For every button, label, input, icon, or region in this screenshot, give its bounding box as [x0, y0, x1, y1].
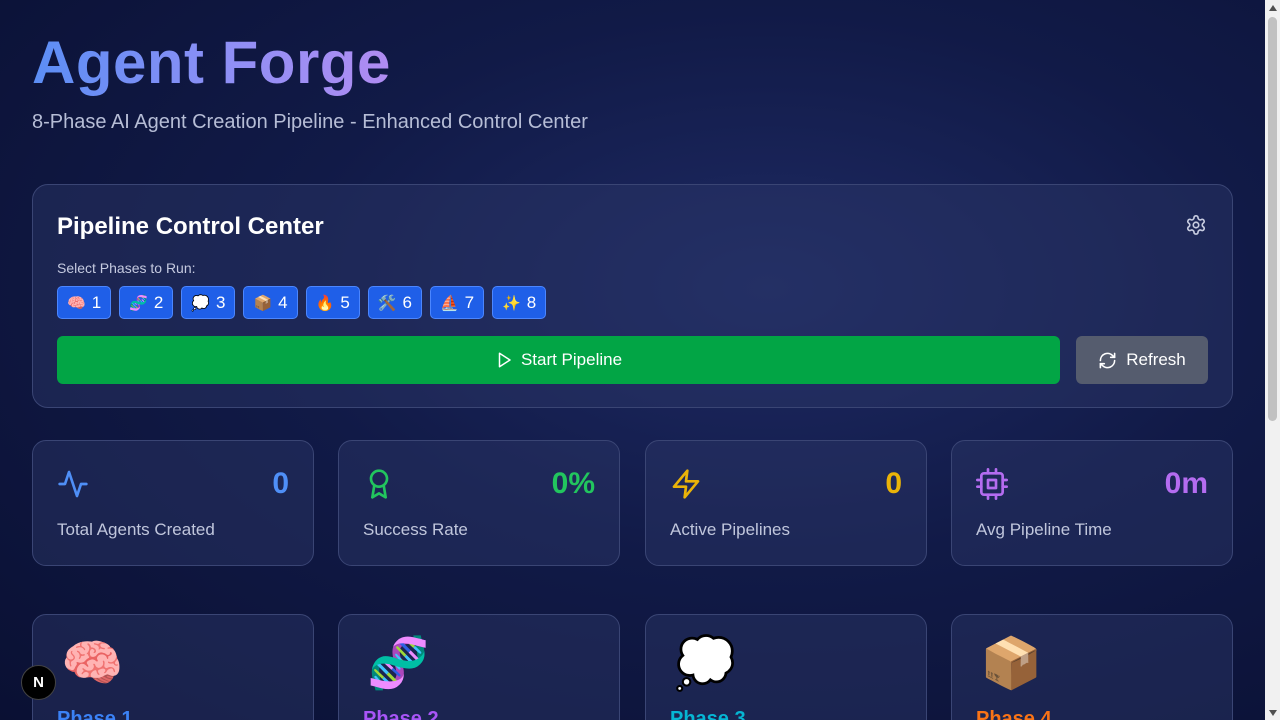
lightning-icon [672, 469, 700, 499]
stat-card-active-pipelines: 0 Active Pipelines [645, 440, 927, 566]
dna-icon: 🧬 [129, 294, 148, 312]
phase-chip-8[interactable]: ✨ 8 [492, 286, 547, 319]
stat-card-avg-time: 0m Avg Pipeline Time [951, 440, 1233, 566]
phase-chip-4[interactable]: 📦 4 [243, 286, 298, 319]
scroll-up-icon[interactable] [1265, 0, 1280, 15]
dna-icon: 🧬 [367, 635, 430, 691]
phase-card-3[interactable]: 💭 Phase 3 [645, 614, 927, 720]
stat-label: Total Agents Created [57, 520, 215, 539]
scrollbar-thumb[interactable] [1268, 17, 1277, 421]
brain-icon: 🧠 [61, 635, 124, 691]
phase-card-title: Phase 4 [976, 708, 1052, 720]
phase-chip-3[interactable]: 💭 3 [181, 286, 236, 319]
play-icon [498, 352, 511, 368]
pipeline-control-panel: Pipeline Control Center Select Phases to… [32, 184, 1233, 408]
settings-button[interactable] [1184, 213, 1208, 237]
phase-chip-number: 4 [278, 292, 288, 312]
stat-card-success-rate: 0% Success Rate [338, 440, 620, 566]
activity-icon [58, 470, 88, 498]
phase-select-label: Select Phases to Run: [57, 260, 196, 276]
sparkles-icon: ✨ [502, 294, 521, 312]
stat-label: Success Rate [363, 520, 468, 539]
cpu-icon [976, 468, 1008, 500]
phase-card-2[interactable]: 🧬 Phase 2 [338, 614, 620, 720]
phase-chip-number: 6 [402, 292, 412, 312]
thought-bubble-icon: 💭 [674, 635, 737, 691]
stat-value: 0% [551, 467, 595, 500]
panel-title: Pipeline Control Center [57, 213, 324, 240]
brain-icon: 🧠 [67, 294, 86, 312]
phase-chip-group: 🧠 1 🧬 2 💭 3 📦 4 🔥 5 🛠️ 6 ⛵ 7 ✨ 8 [57, 286, 547, 319]
fire-icon: 🔥 [315, 294, 335, 312]
phase-chip-7[interactable]: ⛵ 7 [429, 286, 485, 319]
phase-chip-number: 1 [91, 292, 102, 312]
start-pipeline-label: Start Pipeline [520, 350, 623, 369]
phase-chip-number: 5 [340, 292, 350, 312]
stat-label: Avg Pipeline Time [976, 520, 1112, 539]
phase-chip-2[interactable]: 🧬 2 [119, 286, 174, 319]
stat-value: 0m [1164, 467, 1208, 500]
phase-chip-6[interactable]: 🛠️ 6 [367, 286, 422, 319]
thought-bubble-icon: 💭 [191, 294, 210, 312]
dev-tools-badge[interactable]: N [21, 665, 56, 700]
stat-card-total-agents: 0 Total Agents Created [32, 440, 314, 566]
scroll-down-icon[interactable] [1265, 705, 1280, 720]
phase-card-title: Phase 2 [363, 708, 439, 720]
phase-card-title: Phase 3 [670, 708, 746, 720]
package-icon: 📦 [253, 294, 273, 312]
gear-icon [1186, 215, 1206, 235]
stat-label: Active Pipelines [670, 520, 791, 539]
refresh-button[interactable]: Refresh [1076, 336, 1208, 384]
phase-chip-number: 3 [216, 292, 226, 312]
refresh-label: Refresh [1126, 350, 1186, 369]
start-pipeline-button[interactable]: Start Pipeline [57, 336, 1060, 384]
stat-value: 0 [885, 467, 902, 500]
phase-card-4[interactable]: 📦 Phase 4 [951, 614, 1233, 720]
award-icon [369, 469, 389, 499]
refresh-icon [1099, 352, 1116, 368]
phase-chip-number: 8 [526, 292, 537, 312]
app-subtitle: 8-Phase AI Agent Creation Pipeline - Enh… [32, 111, 588, 133]
vertical-scrollbar[interactable] [1265, 0, 1280, 720]
sailboat-icon: ⛵ [439, 294, 459, 312]
phase-chip-number: 2 [153, 292, 164, 312]
stat-value: 0 [272, 467, 289, 500]
phase-chip-5[interactable]: 🔥 5 [305, 286, 360, 319]
phase-chip-number: 7 [464, 292, 475, 312]
tools-icon: 🛠️ [377, 294, 397, 312]
phase-chip-1[interactable]: 🧠 1 [57, 286, 112, 319]
phase-card-1[interactable]: 🧠 Phase 1 [32, 614, 314, 720]
phase-card-title: Phase 1 [57, 708, 133, 720]
package-icon: 📦 [980, 635, 1043, 691]
app-title: Agent Forge [32, 29, 391, 96]
